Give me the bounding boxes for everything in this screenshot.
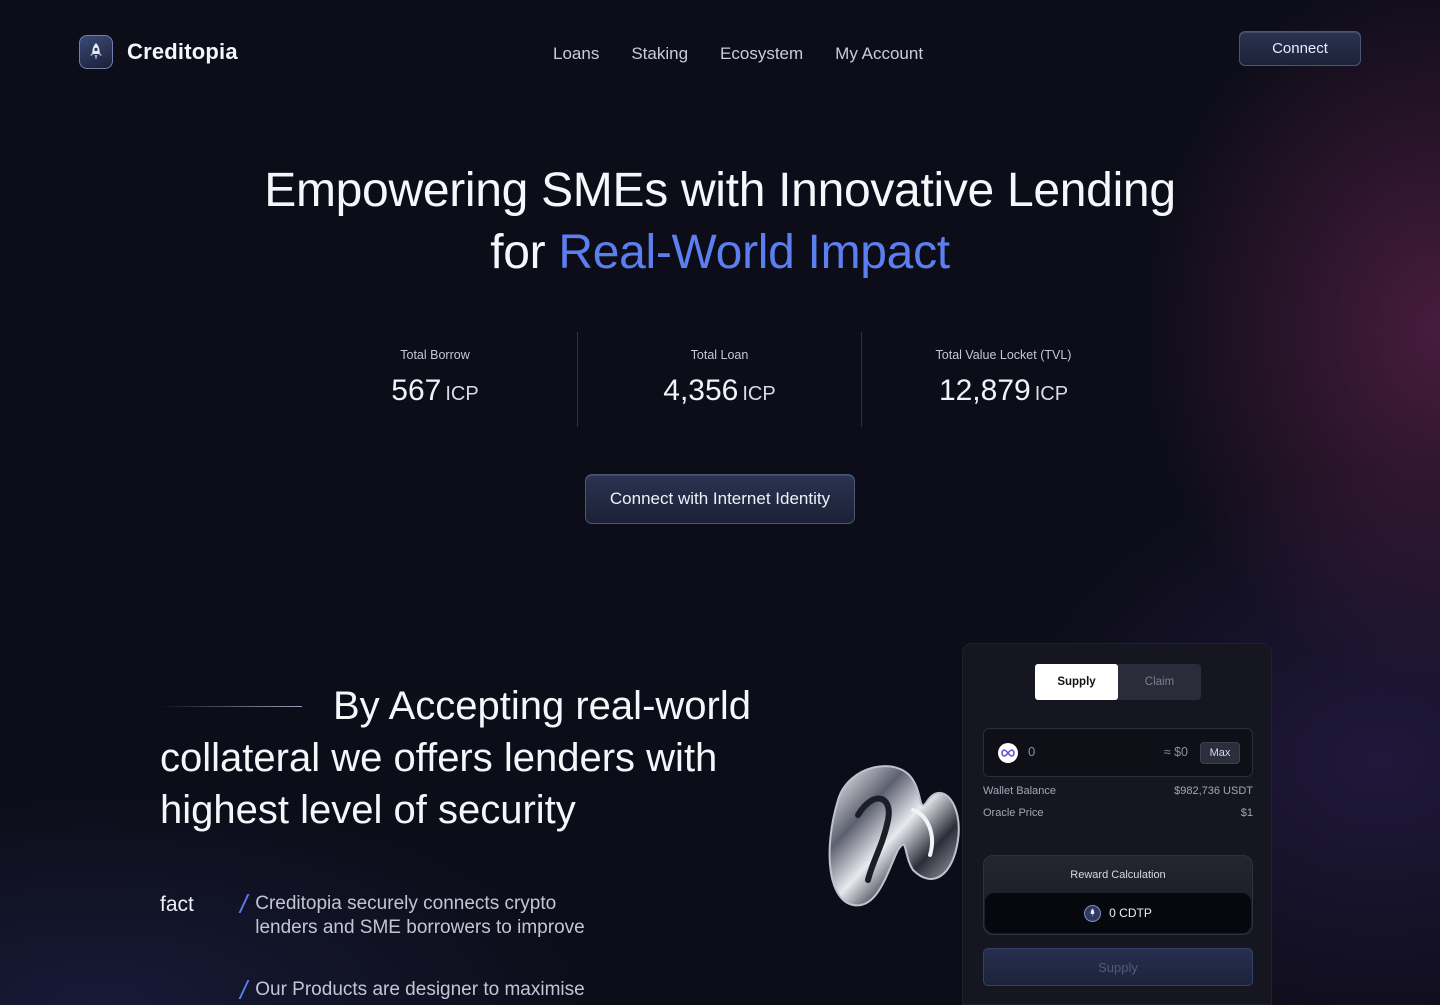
reward-calculation: Reward Calculation 0 CDTP [983,855,1253,935]
hero: Empowering SMEs with Innovative Lending … [0,160,1440,284]
supply-button[interactable]: Supply [983,948,1253,986]
stat-number: 4,356 [663,374,739,407]
chrome-shape-image [818,760,963,917]
oracle-price-value: $1 [1240,807,1253,819]
rocket-icon [79,35,113,69]
hero-title-line1: Empowering SMEs with Innovative Lending [264,164,1176,217]
nav-my-account[interactable]: My Account [835,44,923,64]
stat-tvl: Total Value Locket (TVL) 12,879 ICP [861,332,1145,427]
hero-title: Empowering SMEs with Innovative Lending … [0,160,1440,284]
stat-value: 4,356 ICP [578,374,861,408]
fact-text: Creditopia securely connects crypto lend… [255,893,585,938]
stat-value: 12,879 ICP [862,374,1145,408]
nav-loans[interactable]: Loans [553,44,599,64]
hero-title-accent: Real-World Impact [558,226,950,279]
tab-supply[interactable]: Supply [1035,664,1118,700]
stat-total-borrow: Total Borrow 567 ICP [293,332,577,427]
wallet-balance-label: Wallet Balance [983,785,1056,797]
wallet-balance-value: $982,736 USDT [1174,785,1253,797]
stat-unit: ICP [445,383,479,405]
main-nav: Loans Staking Ecosystem My Account [553,44,923,64]
amount-value: 0 [1028,744,1036,759]
oracle-price-label: Oracle Price [983,807,1044,819]
max-button[interactable]: Max [1200,742,1240,764]
nav-staking[interactable]: Staking [631,44,688,64]
stats-row: Total Borrow 567 ICP Total Loan 4,356 ICP … [293,332,1147,427]
stat-total-loan: Total Loan 4,356 ICP [577,332,861,427]
security-statement: By Accepting real-world collateral we of… [160,684,751,832]
stat-label: Total Loan [690,348,749,362]
nav-ecosystem[interactable]: Ecosystem [720,44,803,64]
wallet-balance-row: Wallet Balance $982,736 USDT [983,785,1253,797]
reward-value: 0 CDTP [1109,906,1152,920]
reward-title: Reward Calculation [1070,869,1166,881]
stat-value: 567 ICP [293,374,577,408]
amount-input[interactable]: 0 ≈ $0 Max [983,728,1253,777]
hero-title-prefix: for [490,226,559,279]
connect-internet-identity-button[interactable]: Connect with Internet Identity [585,474,855,524]
reward-box: 0 CDTP [985,893,1251,933]
fact-item: / Creditopia securely connects crypto le… [240,889,595,940]
brand-name: Creditopia [127,39,238,64]
supply-card: Supply Claim 0 ≈ $0 Max Wallet Balance $… [962,643,1272,1005]
slash-icon: / [240,975,248,1005]
stat-number: 567 [391,374,442,407]
fact-text: Our Products are designer to maximise [255,979,585,1000]
tab-claim[interactable]: Claim [1118,664,1201,700]
approx-usd: ≈ $0 [1163,745,1188,759]
stat-label: Total Value Locket (TVL) [935,348,1072,362]
fact-label: fact [160,893,194,916]
fact-item: / Our Products are designer to maximise [240,975,595,1005]
connect-button[interactable]: Connect [1239,31,1361,66]
stat-unit: ICP [1034,383,1069,405]
stat-number: 12,879 [938,374,1031,407]
stat-unit: ICP [742,383,776,405]
supply-claim-tabs: Supply Claim [1035,664,1201,700]
slash-icon: / [240,889,248,919]
cdtp-token-icon [1084,904,1102,922]
stat-label: Total Borrow [400,348,470,362]
icp-token-icon [998,743,1018,763]
oracle-price-row: Oracle Price $1 [983,807,1253,819]
brand-logo[interactable]: Creditopia [79,35,238,69]
